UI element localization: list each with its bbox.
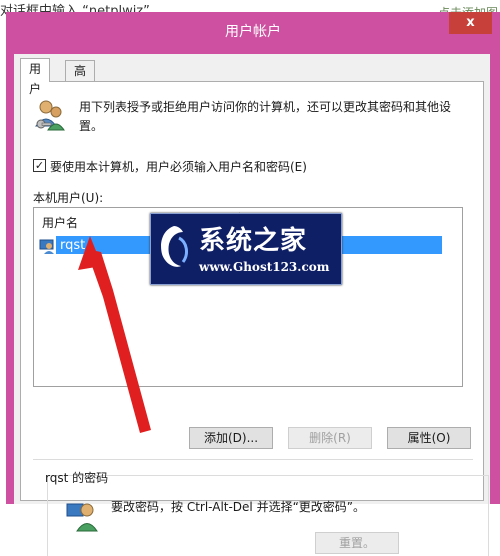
close-button[interactable]: x <box>449 12 492 34</box>
title-bar[interactable]: 用户帐户 x <box>6 12 500 46</box>
user-password-icon <box>66 503 98 532</box>
tab-users[interactable]: 用户 <box>20 58 51 96</box>
password-groupbox <box>47 475 489 556</box>
require-password-checkbox[interactable]: ✓ <box>33 159 46 172</box>
user-icon <box>39 239 54 254</box>
column-header-username[interactable]: 用户名 <box>42 214 78 231</box>
section-divider <box>33 459 473 460</box>
password-section-title: rqst 的密码 <box>45 471 109 485</box>
users-tab-panel: 用下列表授予或拒绝用户访问你的计算机，还可以更改其密码和其他设置。 ✓ 要使用本… <box>20 81 489 556</box>
add-user-button[interactable]: 添加(D)... <box>189 427 273 449</box>
window-title: 用户帐户 <box>225 24 281 40</box>
watermark-emblem-icon <box>161 226 188 267</box>
watermark-url: www.Ghost123.com <box>199 260 330 274</box>
user-name-cell[interactable]: rqst <box>60 238 85 253</box>
users-icon <box>35 100 65 131</box>
reset-password-button[interactable]: 重置。 <box>315 532 399 554</box>
require-password-label: 要使用本计算机，用户必须输入用户名和密码(E) <box>50 160 307 174</box>
watermark-logo: 系统之家 www.Ghost123.com <box>150 213 342 285</box>
local-users-label: 本机用户(U): <box>33 191 104 205</box>
tab-advanced[interactable]: 高级 <box>65 60 96 98</box>
watermark-title: 系统之家 <box>199 226 308 256</box>
intro-text: 用下列表授予或拒绝用户访问你的计算机，还可以更改其密码和其他设置。 <box>79 100 452 133</box>
remove-user-button[interactable]: 删除(R) <box>288 427 372 449</box>
properties-button[interactable]: 属性(O) <box>387 427 471 449</box>
change-password-hint: 要改密码，按 Ctrl-Alt-Del 并选择“更改密码”。 <box>111 500 366 514</box>
